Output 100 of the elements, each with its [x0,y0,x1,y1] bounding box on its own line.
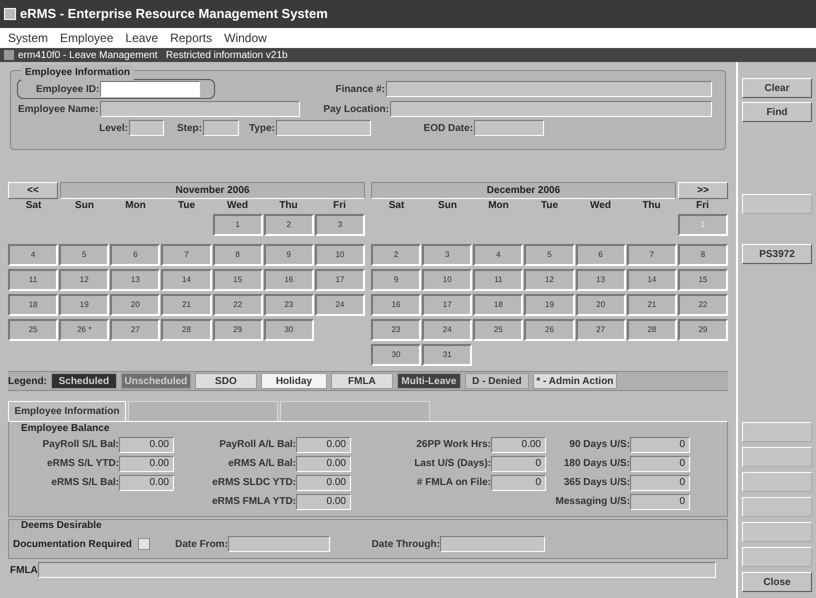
input-field[interactable] [276,120,371,136]
input-field[interactable]: 0.00 [296,474,351,490]
day-cell[interactable]: 21 [161,294,212,316]
day-cell[interactable]: 26 [524,319,575,341]
input-field[interactable]: 0.00 [296,494,351,510]
day-cell[interactable]: 11 [473,269,524,291]
input-field[interactable]: 0.00 [296,456,351,472]
input-field[interactable] [100,101,300,117]
input-field[interactable]: 0.00 [119,456,174,472]
day-cell[interactable]: 7 [626,244,677,266]
day-cell[interactable]: 25 [473,319,524,341]
day-cell[interactable]: 3 [314,214,365,236]
day-cell[interactable]: 17 [314,269,365,291]
field-label: Finance #: [334,82,385,96]
day-cell[interactable]: 20 [110,294,160,316]
input-field[interactable] [474,120,544,136]
day-cell[interactable]: 24 [422,319,472,341]
previous-month-button[interactable]: << [8,182,58,199]
day-cell[interactable]: 18 [473,294,524,316]
input-field[interactable]: 0 [630,456,690,472]
input-field[interactable]: 0.00 [119,436,174,452]
day-cell[interactable]: 27 [110,319,160,341]
button[interactable]: Find [742,102,812,122]
input-field[interactable]: 0 [630,436,690,452]
day-cell[interactable]: 2 [264,214,314,236]
day-cell[interactable]: 6 [110,244,160,266]
input-field[interactable]: 0 [491,456,546,472]
day-cell[interactable]: 21 [626,294,677,316]
day-cell[interactable]: 31 [422,344,472,366]
day-cell[interactable]: 23 [371,319,422,341]
day-cell[interactable]: 29 [212,319,263,341]
day-cell[interactable]: 4 [8,244,58,266]
field-label: Pay Location: [322,102,389,116]
menu-item[interactable]: Leave [125,29,158,47]
day-cell[interactable]: 22 [212,294,263,316]
day-cell[interactable]: 3 [422,244,472,266]
menu-item[interactable]: Reports [170,29,212,47]
input-field[interactable] [440,536,545,552]
day-cell[interactable]: 2 [371,244,422,266]
day-cell[interactable]: 17 [422,294,472,316]
day-cell[interactable]: 20 [576,294,626,316]
day-cell[interactable]: 28 [626,319,677,341]
day-cell[interactable]: 6 [576,244,626,266]
day-cell[interactable]: 28 [161,319,212,341]
day-cell[interactable]: 8 [678,244,728,266]
day-cell[interactable]: 12 [59,269,110,291]
day-cell[interactable]: 15 [678,269,728,291]
day-cell[interactable]: 13 [110,269,160,291]
input-field[interactable]: 0 [630,494,690,510]
day-cell[interactable]: 16 [264,269,314,291]
day-cell[interactable]: 12 [524,269,575,291]
input-field[interactable] [390,101,712,117]
day-cell[interactable]: 10 [422,269,472,291]
day-cell[interactable]: 30 [371,344,422,366]
day-cell[interactable]: 19 [524,294,575,316]
input-field[interactable]: 0 [630,474,690,490]
input-field[interactable]: 0.00 [119,474,174,490]
day-cell[interactable]: 5 [59,244,110,266]
input-field[interactable]: 0.00 [296,436,351,452]
day-cell[interactable]: 30 [264,319,314,341]
input-field[interactable]: 0.00 [491,436,546,452]
day-cell[interactable]: 14 [161,269,212,291]
day-cell[interactable]: 13 [576,269,626,291]
day-cell[interactable]: 16 [371,294,422,316]
day-cell[interactable]: 24 [314,294,365,316]
day-cell[interactable]: 15 [212,269,263,291]
input-field[interactable] [386,81,712,97]
day-cell[interactable]: 23 [264,294,314,316]
menu-item[interactable]: Window [224,29,267,47]
day-cell[interactable]: 19 [59,294,110,316]
input-field[interactable] [129,120,164,136]
day-cell[interactable]: 27 [576,319,626,341]
day-cell[interactable]: 11 [8,269,58,291]
button[interactable]: PS3972 [742,244,812,264]
input-field[interactable]: 0 [491,474,546,490]
menu-item[interactable]: Employee [60,29,114,47]
input-field[interactable] [38,562,716,578]
checkbox[interactable] [138,538,150,550]
day-cell[interactable]: 1 [212,214,263,236]
day-cell[interactable]: 25 [8,319,58,341]
day-cell[interactable]: 14 [626,269,677,291]
input-field[interactable] [203,120,239,136]
day-cell[interactable]: 4 [473,244,524,266]
day-cell[interactable]: 18 [8,294,58,316]
day-cell[interactable]: 26 * [59,319,110,341]
day-cell[interactable]: 10 [314,244,365,266]
day-cell[interactable]: 8 [212,244,263,266]
input-field[interactable] [100,81,200,97]
tab[interactable]: Employee Information [8,401,126,421]
day-cell[interactable]: 29 [678,319,728,341]
day-cell[interactable]: 7 [161,244,212,266]
button[interactable]: Clear [742,78,812,98]
day-cell[interactable]: 9 [264,244,314,266]
day-cell[interactable]: 22 [678,294,728,316]
day-cell[interactable]: 9 [371,269,422,291]
menu-item[interactable]: System [8,29,48,47]
day-cell[interactable]: 5 [524,244,575,266]
input-field[interactable] [228,536,330,552]
next-month-button[interactable]: >> [678,182,728,199]
button[interactable]: Close [742,572,812,592]
